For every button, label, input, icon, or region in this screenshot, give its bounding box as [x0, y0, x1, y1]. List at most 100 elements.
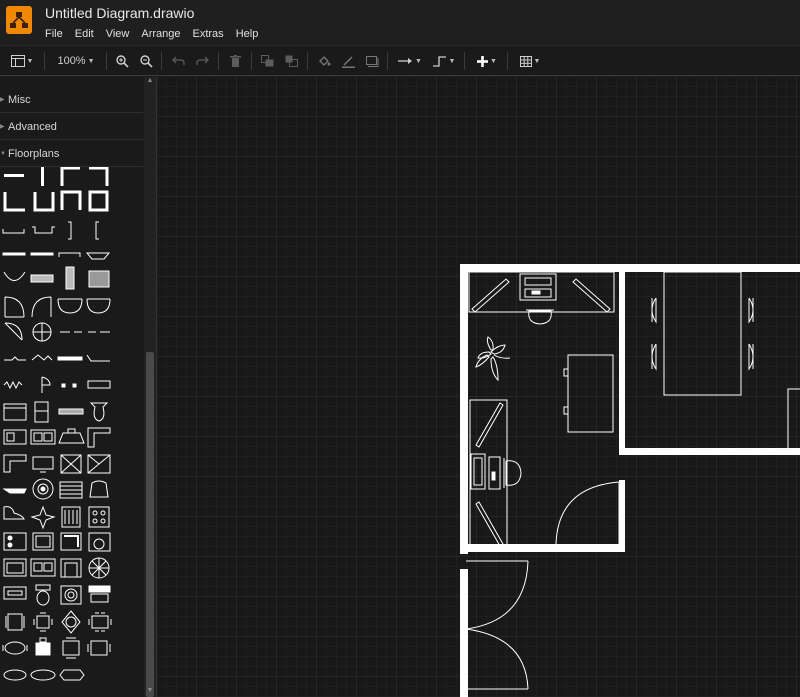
- sink-shape[interactable]: [61, 506, 81, 528]
- table-chairs-shape[interactable]: [33, 612, 53, 632]
- crate-shape[interactable]: [60, 454, 82, 474]
- to-front-button[interactable]: [259, 52, 275, 70]
- undo-button[interactable]: [170, 52, 186, 70]
- spiral-stairs-shape[interactable]: [88, 557, 110, 579]
- chair-shape[interactable]: [5, 613, 25, 631]
- stairs-vertical-shape[interactable]: [65, 266, 75, 290]
- shower-shape[interactable]: [3, 558, 27, 577]
- corner-desk[interactable]: [468, 271, 615, 313]
- square-table-shape[interactable]: [62, 637, 80, 659]
- waypoints-button[interactable]: ▼: [430, 52, 458, 70]
- tv-shape[interactable]: [32, 456, 54, 473]
- wall-bump-2-shape[interactable]: [31, 354, 53, 361]
- desk-l-shape[interactable]: [3, 454, 27, 473]
- wall-bump-shape[interactable]: [4, 356, 26, 361]
- room-shape[interactable]: [88, 190, 109, 212]
- opening-shape[interactable]: [32, 226, 55, 234]
- wall-thin-shape[interactable]: [57, 356, 83, 361]
- sink-2-shape[interactable]: [30, 429, 56, 445]
- scroll-up-icon[interactable]: ▲: [144, 77, 156, 87]
- elevator-shape[interactable]: [60, 558, 82, 578]
- format-panel-button[interactable]: ▼: [8, 52, 36, 70]
- window-shape[interactable]: [2, 229, 25, 234]
- delete-button[interactable]: [227, 52, 243, 70]
- entrance-double-door[interactable]: [465, 560, 529, 690]
- couch-long-shape[interactable]: [59, 669, 85, 681]
- door-left-shape[interactable]: [4, 296, 25, 318]
- section-advanced[interactable]: ▶ Advanced: [0, 114, 143, 140]
- zoom-in-button[interactable]: [114, 52, 130, 70]
- cubicle-shape[interactable]: [2, 488, 27, 494]
- table-button[interactable]: ▼: [516, 52, 544, 70]
- desk-corner-shape[interactable]: [87, 427, 111, 448]
- workstation-shape[interactable]: [60, 532, 82, 551]
- double-door-opening-shape[interactable]: [95, 221, 99, 240]
- sidebar-scrollbar-thumb[interactable]: [146, 352, 154, 697]
- section-floorplans[interactable]: ▼ Floorplans: [0, 141, 143, 167]
- wall-sofa-shape[interactable]: [86, 354, 110, 362]
- window-wall-shape[interactable]: [2, 252, 26, 256]
- wall-horizontal-shape[interactable]: [4, 174, 24, 177]
- piano-shape[interactable]: [3, 506, 25, 520]
- kitchen-sink-shape[interactable]: [30, 558, 56, 577]
- floorplan-diagram[interactable]: [158, 77, 800, 697]
- plant[interactable]: [475, 336, 511, 382]
- water-cooler-shape[interactable]: [3, 532, 27, 551]
- revolving-door-shape[interactable]: [32, 322, 52, 342]
- plant-shape[interactable]: [30, 505, 56, 530]
- window-small-shape[interactable]: [61, 383, 77, 388]
- redo-button[interactable]: [194, 52, 210, 70]
- bathtub-shape[interactable]: [88, 532, 111, 552]
- door-opening-shape[interactable]: [68, 221, 72, 240]
- wall-vertical-shape[interactable]: [41, 167, 44, 186]
- dining-table[interactable]: [651, 271, 754, 396]
- floor-lamp-shape[interactable]: [32, 478, 54, 500]
- office-chair-shape[interactable]: [87, 454, 111, 474]
- menu-arrange[interactable]: Arrange: [141, 28, 180, 42]
- section-misc[interactable]: ▶ Misc: [0, 87, 143, 113]
- connection-button[interactable]: ▼: [396, 52, 424, 70]
- double-door-shape[interactable]: [57, 298, 83, 314]
- printer-shape[interactable]: [88, 585, 111, 603]
- wall-room-open-shape[interactable]: [60, 190, 82, 210]
- monitor-shape[interactable]: [32, 532, 54, 551]
- sofa-shape[interactable]: [58, 428, 85, 444]
- interior-door[interactable]: [555, 481, 620, 545]
- wall-u-shape[interactable]: [33, 192, 55, 212]
- sink-double-shape[interactable]: [3, 429, 27, 445]
- dimension-shape[interactable]: [3, 380, 23, 390]
- document-title[interactable]: Untitled Diagram.drawio: [45, 5, 194, 21]
- side-desk[interactable]: [469, 399, 508, 550]
- armchair-shape[interactable]: [89, 480, 109, 498]
- scroll-down-icon[interactable]: ▼: [144, 687, 156, 697]
- zoom-out-button[interactable]: [138, 52, 154, 70]
- oval-table-shape[interactable]: [2, 641, 28, 655]
- washer-shape[interactable]: [60, 585, 82, 605]
- curved-wall-shape[interactable]: [85, 252, 111, 260]
- window-frame-shape[interactable]: [87, 380, 111, 389]
- half-door-shape[interactable]: [41, 376, 51, 393]
- range-shape[interactable]: [58, 408, 84, 415]
- toilet-2-shape[interactable]: [35, 584, 51, 606]
- diagram-canvas[interactable]: [158, 77, 800, 697]
- right-edge-cabinet[interactable]: [787, 388, 800, 455]
- menu-help[interactable]: Help: [236, 28, 259, 42]
- fill-color-button[interactable]: [316, 52, 332, 70]
- zoom-dropdown[interactable]: 100% ▼: [53, 52, 99, 70]
- stairs-rest-shape[interactable]: [88, 270, 110, 288]
- office-chair-2-shape[interactable]: [35, 637, 51, 656]
- wall-l-shape[interactable]: [3, 192, 25, 212]
- doorway-shape[interactable]: [58, 252, 81, 257]
- door-revolving-shape[interactable]: [4, 322, 23, 341]
- round-table-shape[interactable]: [61, 610, 81, 634]
- insert-button[interactable]: ▼: [473, 52, 501, 70]
- wall-corner-shape[interactable]: [60, 166, 80, 186]
- laptop-shape[interactable]: [59, 481, 83, 499]
- rect-table-shape[interactable]: [87, 640, 111, 656]
- storage-cabinet[interactable]: [563, 354, 614, 433]
- refrigerator-shape[interactable]: [34, 401, 49, 423]
- menu-edit[interactable]: Edit: [75, 28, 94, 42]
- exterior-walls[interactable]: [460, 264, 800, 697]
- table-6-shape[interactable]: [88, 612, 112, 632]
- menu-extras[interactable]: Extras: [193, 28, 224, 42]
